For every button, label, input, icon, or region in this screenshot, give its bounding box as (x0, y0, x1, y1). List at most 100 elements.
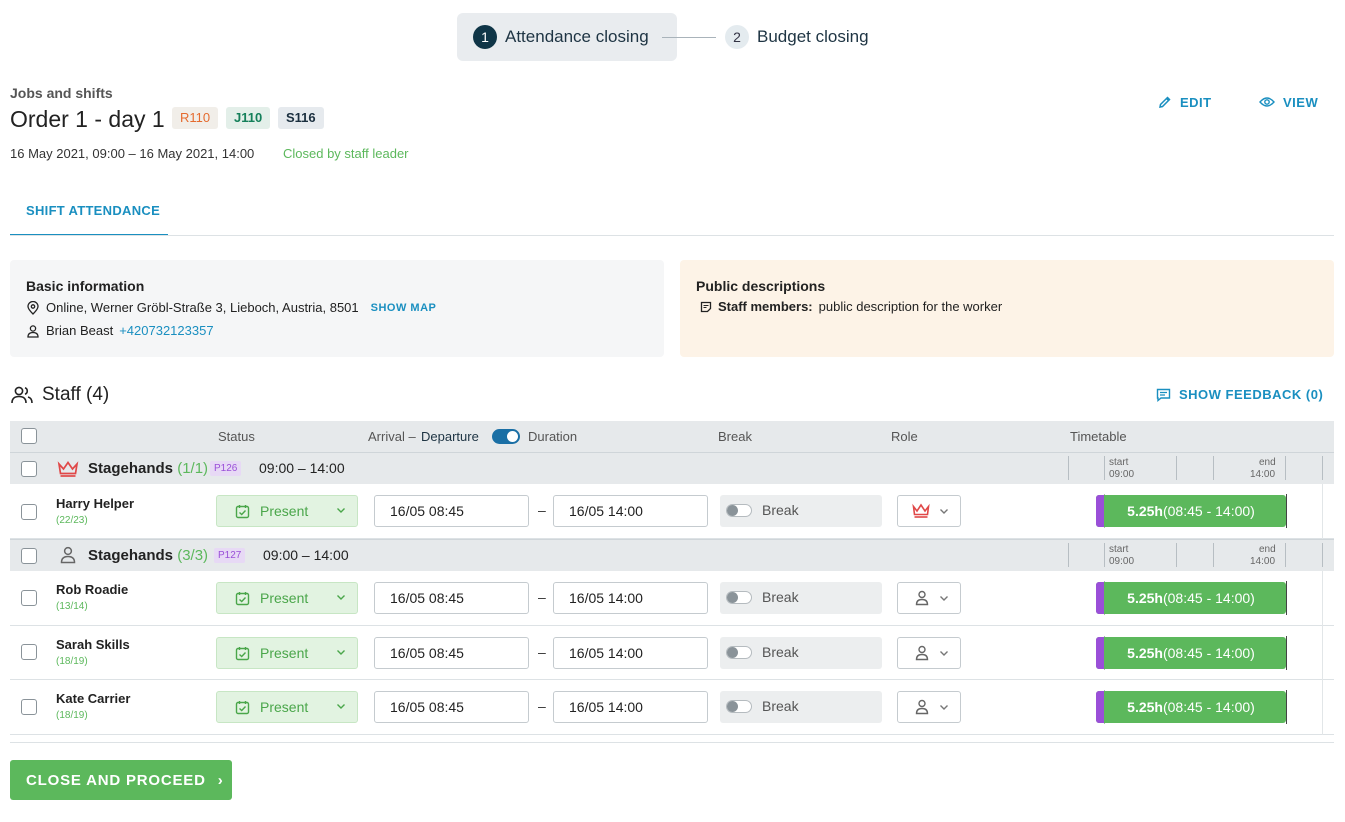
card-title: Public descriptions (696, 278, 826, 294)
timeline-end-line (1286, 494, 1287, 528)
col-duration: Duration (528, 429, 578, 444)
show-feedback-button[interactable]: SHOW FEEDBACK (0) (1156, 387, 1323, 402)
arrival-input[interactable]: 16/05 08:45 (374, 582, 529, 614)
arrival-input[interactable]: 16/05 08:45 (374, 495, 529, 527)
break-toggle[interactable] (726, 646, 752, 659)
contact-row: Brian Beast +420732123357 (26, 323, 214, 338)
person-icon (915, 699, 929, 715)
count-total: 19 (73, 656, 85, 667)
row-checkbox[interactable] (21, 644, 37, 660)
departure-input[interactable]: 16/05 14:00 (553, 691, 708, 723)
timetable-bar: 5.25h(08:45 - 14:00) (1096, 691, 1286, 723)
worked-hours: 5.25h (1127, 699, 1163, 715)
staff-heading: Staff (4) (10, 384, 109, 406)
timeline-tick (1176, 543, 1177, 567)
break-label: Break (762, 644, 799, 660)
stepper-connector (662, 37, 716, 38)
break-toggle[interactable] (726, 591, 752, 604)
group-title: Stagehands (88, 460, 174, 477)
crown-icon (57, 461, 79, 477)
break-toggle[interactable] (726, 700, 752, 713)
job-badge: J110 (226, 107, 271, 129)
position-badge: P127 (214, 548, 246, 563)
timeline-scale: start 09:00 end 14:00 (1068, 453, 1334, 485)
group-header: Stagehands (3/3) P127 09:00 – 14:00 star… (10, 539, 1334, 571)
staff-name[interactable]: Sarah Skills (56, 637, 130, 652)
timeline-tick (1104, 456, 1105, 480)
step-label: Attendance closing (505, 27, 649, 46)
view-button[interactable]: VIEW (1259, 92, 1318, 112)
role-select[interactable] (897, 495, 961, 527)
position-badge: P126 (210, 461, 242, 476)
tab-shift-attendance[interactable]: SHIFT ATTENDANCE (10, 186, 168, 236)
timeline-tick (1068, 456, 1069, 480)
proceed-label: CLOSE AND PROCEED (26, 771, 206, 789)
staff-name[interactable]: Rob Roadie (56, 582, 128, 597)
note-icon (700, 301, 712, 312)
section-label: Jobs and shifts (10, 85, 113, 101)
calendar-check-icon (235, 700, 250, 714)
timeline-edge (1322, 626, 1323, 680)
role-select[interactable] (897, 582, 961, 614)
select-all-checkbox[interactable] (21, 428, 37, 444)
show-map-link[interactable]: SHOW MAP (371, 302, 437, 314)
row-checkbox[interactable] (21, 504, 37, 520)
role-select[interactable] (897, 691, 961, 723)
timeline-end-line (1286, 581, 1287, 615)
timeline-end-time: 14:00 (1250, 556, 1276, 567)
edit-button[interactable]: EDIT (1158, 92, 1212, 112)
timeline-start-time: 09:00 (1109, 469, 1135, 480)
timeline-tick (1322, 456, 1323, 480)
table-row: Harry Helper (22/23) Present 16/05 08:45… (10, 484, 1334, 539)
row-checkbox[interactable] (21, 699, 37, 715)
contact-phone-link[interactable]: +420732123357 (119, 323, 213, 338)
worked-hours: 5.25h (1127, 503, 1163, 519)
col-departure: Departure (421, 429, 479, 444)
group-checkbox[interactable] (21, 461, 37, 477)
group-checkbox[interactable] (21, 548, 37, 564)
worked-range: (08:45 - 14:00) (1162, 590, 1255, 606)
worked-range: (08:45 - 14:00) (1162, 699, 1255, 715)
departure-input[interactable]: 16/05 14:00 (553, 637, 708, 669)
timeline-end-label: end (1259, 457, 1276, 468)
edit-label: EDIT (1180, 94, 1212, 110)
status-value: Present (260, 645, 309, 661)
role-select[interactable] (897, 637, 961, 669)
arrival-input[interactable]: 16/05 08:45 (374, 637, 529, 669)
timetable-bar: 5.25h(08:45 - 14:00) (1096, 495, 1286, 527)
shift-badge: S116 (278, 107, 324, 129)
count-done: 18 (59, 710, 71, 721)
group-title: Stagehands (88, 547, 174, 564)
worked-range: (08:45 - 14:00) (1162, 503, 1255, 519)
page-title: Order 1 - day 1 (10, 106, 165, 132)
row-checkbox[interactable] (21, 590, 37, 606)
description-row: Staff members: public description for th… (700, 299, 1002, 314)
timeline-end-time: 14:00 (1250, 469, 1276, 480)
break-toggle[interactable] (726, 504, 752, 517)
timeline-tick (1322, 543, 1323, 567)
person-icon (915, 590, 929, 606)
step-attendance-closing[interactable]: 1 Attendance closing (457, 13, 677, 61)
chevron-down-icon (940, 596, 948, 601)
departure-duration-toggle[interactable] (492, 429, 520, 444)
departure-input[interactable]: 16/05 14:00 (553, 582, 708, 614)
description-text: public description for the worker (818, 299, 1003, 314)
timeline-start-label: start (1109, 457, 1129, 468)
break-label: Break (762, 698, 799, 714)
step-budget-closing[interactable]: 2 Budget closing (725, 25, 885, 49)
staff-name[interactable]: Kate Carrier (56, 691, 130, 706)
status-select[interactable]: Present (216, 691, 358, 723)
status-select[interactable]: Present (216, 495, 358, 527)
col-status: Status (218, 429, 255, 444)
status-select[interactable]: Present (216, 582, 358, 614)
address-row: Online, Werner Gröbl-Straße 3, Lieboch, … (26, 300, 436, 315)
departure-input[interactable]: 16/05 14:00 (553, 495, 708, 527)
arrival-input[interactable]: 16/05 08:45 (374, 691, 529, 723)
close-and-proceed-button[interactable]: CLOSE AND PROCEED › (10, 760, 232, 800)
eye-icon (1259, 97, 1275, 107)
timeline-tick (1213, 543, 1214, 567)
range-separator: – (538, 644, 546, 660)
staff-name[interactable]: Harry Helper (56, 496, 134, 511)
status-select[interactable]: Present (216, 637, 358, 669)
status-value: Present (260, 503, 309, 519)
